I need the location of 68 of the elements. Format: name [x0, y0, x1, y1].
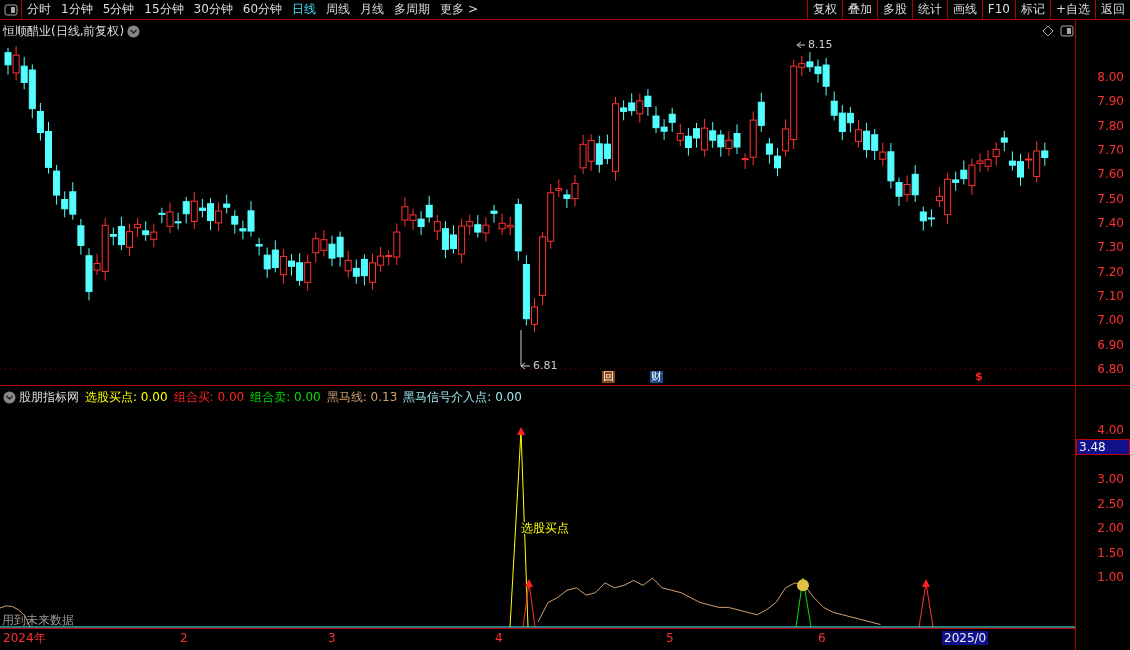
- indicator-name: 股朋指标网: [19, 389, 79, 406]
- axis-label: 7.50: [1097, 191, 1124, 206]
- event-badge: 回: [602, 371, 615, 383]
- axis-label: 7.60: [1097, 167, 1124, 182]
- toolbar-button[interactable]: 返回: [1095, 0, 1130, 19]
- indicator-value: 选股买点: 0.00: [85, 389, 168, 406]
- date-label: 2025/0: [942, 631, 989, 645]
- date-label: 6: [818, 631, 826, 645]
- axis-label: 4.00: [1097, 423, 1124, 437]
- leader-line: [796, 41, 806, 49]
- axis-label: 7.40: [1097, 215, 1124, 230]
- period-tab[interactable]: 1分钟: [56, 0, 98, 19]
- toolbar-button[interactable]: F10: [981, 0, 1015, 19]
- panel-toggle-icon[interactable]: [1060, 25, 1074, 37]
- toolbar-button[interactable]: 画线: [946, 0, 982, 19]
- price-label: 8.15: [808, 39, 833, 51]
- toolbar-button[interactable]: 复权: [806, 0, 842, 19]
- current-value-label: 3.48: [1076, 439, 1130, 455]
- date-label: 2: [180, 631, 188, 645]
- toolbar-button[interactable]: 统计: [911, 0, 947, 19]
- axis-label: 3.00: [1097, 472, 1124, 486]
- indicator-value: 组合买: 0.00: [173, 389, 245, 406]
- price-label: 6.81: [533, 360, 558, 372]
- toolbar-button[interactable]: 多股: [876, 0, 912, 19]
- toolbar-button[interactable]: 叠加: [841, 0, 877, 19]
- period-tab[interactable]: 分时: [22, 0, 56, 19]
- period-tab[interactable]: 30分钟: [188, 0, 238, 19]
- axis-label: 1.00: [1097, 570, 1124, 584]
- axis-label: 7.80: [1097, 118, 1124, 133]
- period-tab[interactable]: 周线: [321, 0, 356, 19]
- axis-label: 7.20: [1097, 264, 1124, 279]
- axis-label: 8.00: [1097, 70, 1124, 84]
- signal-label: 选股买点: [521, 522, 569, 534]
- dollar-marker: $: [975, 371, 983, 383]
- diamond-icon[interactable]: [1042, 25, 1054, 37]
- dropdown-icon[interactable]: [127, 24, 141, 38]
- event-badge: 财: [650, 371, 663, 383]
- period-tab[interactable]: 5分钟: [97, 0, 140, 19]
- period-tab[interactable]: 60分钟: [237, 0, 288, 19]
- axis-label: 2.00: [1097, 521, 1124, 535]
- date-label: 3: [328, 631, 336, 645]
- axis-label: 7.30: [1097, 240, 1124, 255]
- indicator-value: 黑马线: 0.13: [326, 389, 398, 406]
- period-tab[interactable]: 15分钟: [139, 0, 189, 19]
- date-label: 4: [495, 631, 503, 645]
- indicator-value: 黑马信号介入点: 0.00: [403, 389, 522, 406]
- period-tab[interactable]: 日线: [287, 0, 322, 19]
- axis-label: 7.90: [1097, 94, 1124, 109]
- period-tab[interactable]: 月线: [355, 0, 390, 19]
- toolbar-button[interactable]: 标记: [1014, 0, 1050, 19]
- date-label: 2024年: [3, 631, 46, 645]
- axis-label: 7.10: [1097, 288, 1124, 303]
- axis-label: 6.90: [1097, 337, 1124, 352]
- dropdown-icon[interactable]: [3, 390, 16, 404]
- axis-label: 1.50: [1097, 545, 1124, 560]
- axis-label: 7.00: [1097, 313, 1124, 328]
- period-tab[interactable]: 更多 >: [435, 0, 483, 19]
- toolbar-button[interactable]: +自选: [1049, 0, 1095, 19]
- axis-label: 6.80: [1097, 361, 1124, 376]
- warning-note: 用到未来数据: [2, 614, 74, 626]
- chart-title: 恒顺醋业(日线,前复权): [3, 23, 125, 40]
- indicator-value: 组合卖: 0.00: [250, 389, 321, 406]
- date-label: 5: [666, 631, 674, 645]
- period-tab[interactable]: 多周期: [389, 0, 436, 19]
- axis-label: 7.70: [1097, 143, 1124, 157]
- axis-label: 2.50: [1097, 496, 1124, 511]
- panel-toggle-icon[interactable]: [3, 3, 18, 16]
- leader-line: [520, 329, 531, 370]
